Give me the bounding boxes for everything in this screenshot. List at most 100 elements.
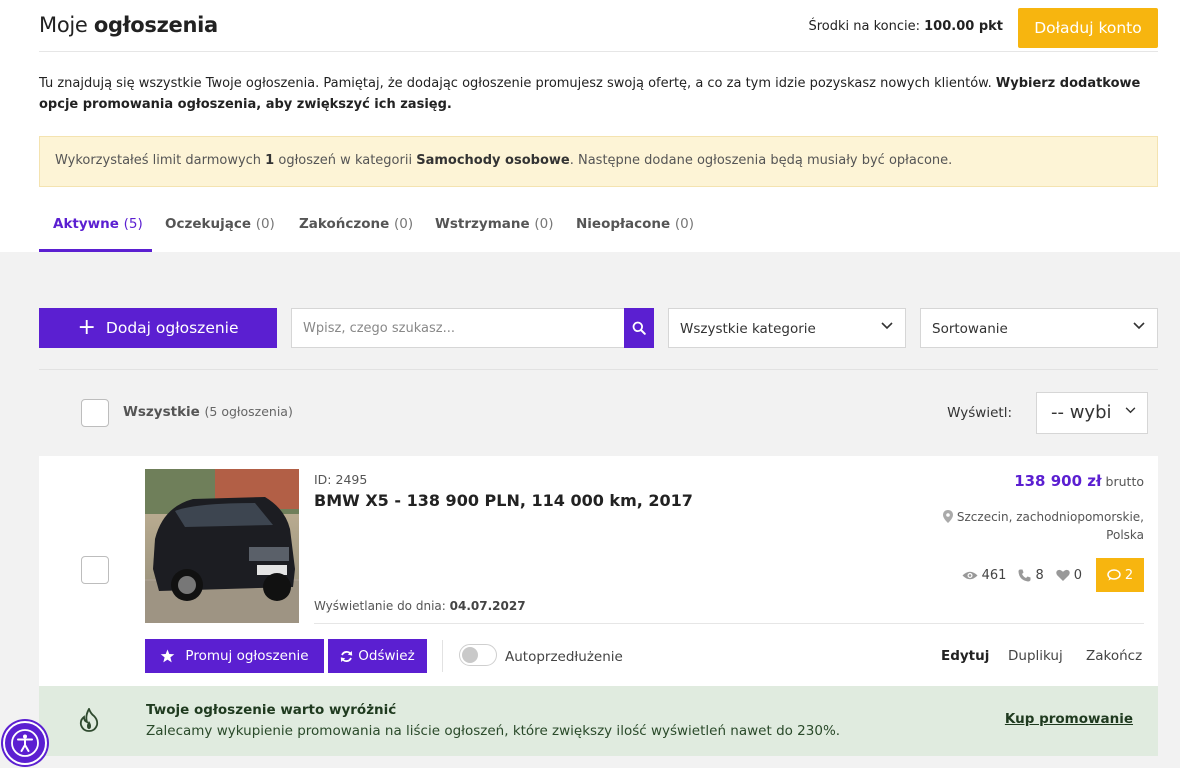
phones-stat: 8 (1018, 567, 1044, 583)
toggle-knob (462, 647, 478, 663)
messages-count: 2 (1124, 567, 1134, 583)
tab-label: Oczekujące (165, 216, 251, 232)
tab-count: (0) (394, 216, 414, 232)
promo-banner-text: Zalecamy wykupienie promowania na liście… (146, 723, 841, 739)
listing-id: ID: 2495 (314, 472, 368, 487)
accessibility-icon (11, 729, 39, 757)
tab-count: (5) (123, 216, 143, 232)
listings-panel: Wszystkie (5 ogłoszenia) Wyświetl: -- wy… (39, 369, 1158, 768)
promo-banner-title: Twoje ogłoszenie warto wyróżnić (146, 702, 397, 718)
phone-icon (1018, 569, 1031, 581)
listing-thumbnail[interactable] (145, 469, 299, 623)
status-tabs: Aktywne (5) Oczekujące (0) Zakończone (0… (39, 200, 1158, 252)
edit-link[interactable]: Edytuj (941, 648, 989, 664)
listing-title[interactable]: BMW X5 - 138 900 PLN, 114 000 km, 2017 (314, 491, 693, 510)
category-select[interactable]: Wszystkie kategorie (668, 308, 906, 348)
listing-checkbox[interactable] (81, 556, 109, 584)
search-button[interactable] (624, 308, 654, 348)
views-count: 461 (981, 567, 1007, 583)
refresh-listing-button[interactable]: Odśwież (328, 639, 427, 673)
tab-finished[interactable]: Zakończone (0) (299, 216, 413, 232)
refresh-label: Odśwież (358, 648, 415, 664)
page-header: Moje ogłoszenia Środki na koncie: 100.00… (39, 0, 1158, 52)
free-limit-notice: Wykorzystałeś limit darmowych 1 ogłoszeń… (39, 136, 1158, 187)
search-icon (632, 321, 646, 335)
tab-label: Aktywne (53, 216, 119, 232)
heart-icon (1056, 569, 1070, 581)
end-listing-link[interactable]: Zakończ (1086, 648, 1142, 664)
likes-count: 0 (1073, 567, 1082, 583)
chevron-down-icon (1133, 322, 1145, 330)
tab-unpaid[interactable]: Nieopłacone (0) (576, 216, 694, 232)
refresh-icon (341, 650, 353, 662)
display-until-label: Wyświetlanie do dnia: (314, 599, 446, 613)
page-title-prefix: Moje (39, 13, 88, 37)
notice-text-1: Wykorzystałeś limit darmowych (55, 153, 262, 168)
listing-location: Szczecin, zachodniopomorskie, Polska (914, 508, 1144, 544)
location-line-2: Polska (1106, 528, 1144, 542)
account-balance: Środki na koncie: 100.00 pkt (808, 19, 1003, 34)
select-all-checkbox[interactable] (81, 399, 109, 427)
duplicate-link[interactable]: Duplikuj (1008, 648, 1063, 664)
sort-select[interactable]: Sortowanie (920, 308, 1158, 348)
listing-price: 138 900 zł brutto (1014, 472, 1144, 490)
auto-renew-label: Autoprzedłużenie (505, 649, 623, 665)
flame-icon (79, 708, 99, 732)
search-box (291, 308, 654, 348)
accessibility-button[interactable] (3, 721, 47, 765)
chat-icon (1107, 569, 1121, 581)
search-input[interactable] (292, 309, 622, 347)
listing-divider (314, 623, 1144, 624)
intro-text: Tu znajdują się wszystkie Twoje ogłoszen… (39, 73, 1149, 115)
promote-listing-button[interactable]: Promuj ogłoszenie (145, 639, 324, 673)
listing-stats: 461 8 0 2 (962, 558, 1144, 592)
show-label: Wyświetl: (947, 405, 1012, 421)
show-select[interactable]: -- wybi (1036, 392, 1148, 434)
all-count: (5 ogłoszenia) (204, 404, 293, 419)
page-title-bold: ogłoszenia (93, 13, 218, 37)
add-listing-label: Dodaj ogłoszenie (105, 319, 239, 337)
tab-active[interactable]: Aktywne (5) (53, 216, 143, 232)
price-value: 138 900 zł (1014, 472, 1102, 490)
car-photo (145, 469, 299, 623)
balance-label: Środki na koncie: (808, 19, 920, 34)
show-select-value: -- wybi (1051, 402, 1112, 423)
tab-label: Nieopłacone (576, 216, 671, 232)
price-suffix: brutto (1105, 474, 1144, 489)
notice-category: Samochody osobowe (416, 153, 570, 168)
all-label-text: Wszystkie (123, 404, 200, 420)
buy-promotion-link[interactable]: Kup promowanie (1005, 711, 1133, 727)
chevron-down-icon (881, 322, 893, 330)
likes-stat: 0 (1056, 568, 1082, 583)
location-line-1: Szczecin, zachodniopomorskie, (956, 510, 1144, 524)
messages-button[interactable]: 2 (1096, 558, 1144, 592)
tab-count: (0) (674, 216, 695, 232)
tab-paused[interactable]: Wstrzymane (0) (435, 216, 553, 232)
auto-renew-toggle[interactable] (459, 644, 497, 666)
star-icon (161, 649, 175, 663)
tab-count: (0) (255, 216, 275, 232)
tab-pending[interactable]: Oczekujące (0) (165, 216, 275, 232)
tab-label: Wstrzymane (435, 216, 530, 232)
tab-label: Zakończone (299, 216, 390, 232)
promotion-banner: Twoje ogłoszenie warto wyróżnić Zalecamy… (39, 686, 1158, 756)
balance-value: 100.00 pkt (924, 19, 1003, 34)
display-until-date: 04.07.2027 (449, 599, 526, 613)
intro-text-regular: Tu znajdują się wszystkie Twoje ogłoszen… (39, 76, 992, 91)
notice-text-3: . Następne dodane ogłoszenia będą musiał… (569, 153, 953, 168)
map-pin-icon (942, 510, 953, 523)
eye-icon (962, 571, 978, 579)
category-select-value: Wszystkie kategorie (680, 321, 816, 337)
add-listing-button[interactable]: + Dodaj ogłoszenie (39, 308, 277, 348)
page-title: Moje ogłoszenia (39, 13, 218, 37)
listing-card: ID: 2495 BMW X5 - 138 900 PLN, 114 000 k… (39, 456, 1158, 686)
phones-count: 8 (1035, 567, 1044, 583)
sort-select-value: Sortowanie (932, 321, 1008, 337)
display-until: Wyświetlanie do dnia: 04.07.2027 (314, 599, 526, 613)
chevron-down-icon (1125, 407, 1136, 414)
promote-label: Promuj ogłoszenie (185, 648, 309, 664)
select-all-label: Wszystkie (5 ogłoszenia) (123, 404, 293, 420)
views-stat: 461 (962, 567, 1007, 583)
topup-account-button[interactable]: Doładuj konto (1018, 8, 1158, 48)
plus-icon: + (77, 315, 96, 340)
